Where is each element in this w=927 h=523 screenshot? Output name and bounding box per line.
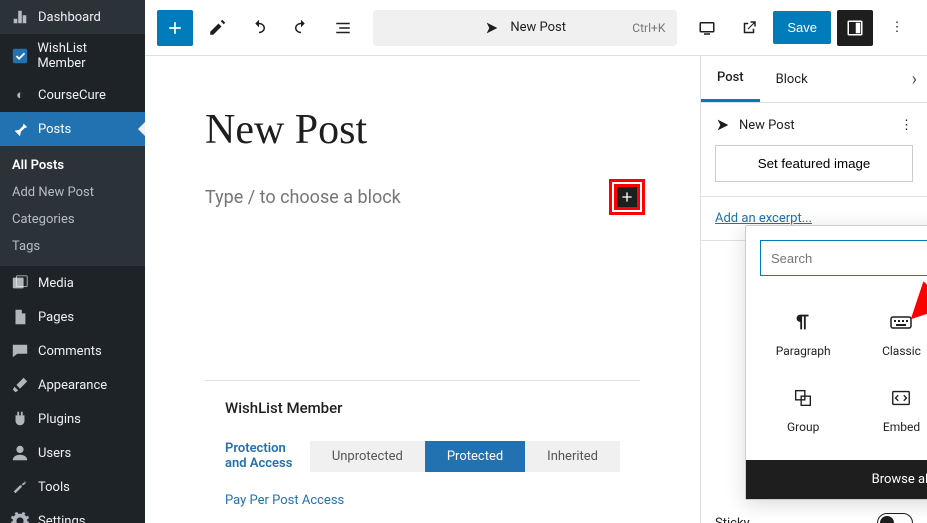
pages-icon [10,307,30,327]
wlm-tab-pppa[interactable]: Pay Per Post Access [225,493,344,508]
block-label: Embed [883,420,920,434]
redo-button[interactable] [283,10,319,46]
menu-label: Tools [38,480,70,495]
blocks-grid: Paragraph Classic Image Group Embed Shor… [746,290,927,460]
menu-label: WishList Member [37,41,135,71]
seg-protected[interactable]: Protected [425,441,525,472]
comments-icon [10,341,30,361]
wlm-tab-protection[interactable]: Protection and Access [225,433,310,479]
inserter-toggle-button[interactable] [157,10,193,46]
menu-tools[interactable]: Tools [0,470,145,504]
submenu-tags[interactable]: Tags [0,233,145,260]
course-icon: ◐ [10,85,30,105]
protection-segments: Unprotected Protected Inherited [310,441,620,472]
block-placeholder[interactable]: Type / to choose a block [205,187,401,208]
menu-label: Appearance [38,378,107,393]
outline-button[interactable] [325,10,361,46]
menu-pages[interactable]: Pages [0,300,145,334]
menu-coursecure[interactable]: ◐ CourseCure [0,78,145,112]
wlm-panel: WishList Member Protection and Access Un… [205,380,640,518]
submenu-addnew[interactable]: Add New Post [0,179,145,206]
seg-inherited[interactable]: Inherited [525,441,620,472]
submenu-categories[interactable]: Categories [0,206,145,233]
brush-icon [10,375,30,395]
options-button[interactable]: ⋮ [879,10,915,46]
wlm-panel-title: WishList Member [225,399,620,417]
settings-toggle-button[interactable] [837,10,873,46]
menu-label: Comments [38,344,102,359]
keyboard-icon [889,310,913,334]
wrench-icon [10,477,30,497]
menu-label: Dashboard [38,10,101,25]
post-icon [715,117,731,133]
menu-plugins[interactable]: Plugins [0,402,145,436]
inspector-close-button[interactable]: › [902,69,927,90]
block-label: Classic [882,344,921,358]
tab-block[interactable]: Block [760,58,824,101]
sticky-row: Sticky [701,501,927,523]
menu-label: Posts [38,122,71,137]
embed-icon [889,386,913,410]
featured-image-button[interactable]: Set featured image [715,145,913,182]
sticky-toggle[interactable] [877,513,913,523]
editor-canvas[interactable]: New Post Type / to choose a block WishLi… [145,56,700,523]
menu-label: Settings [38,514,85,523]
add-block-button[interactable] [614,184,640,210]
gear-icon [10,511,30,523]
post-title-input[interactable]: New Post [205,106,640,154]
block-group[interactable]: Group [754,372,852,448]
media-icon [10,273,30,293]
dashboard-icon [10,7,30,27]
menu-label: Pages [38,310,74,325]
block-paragraph[interactable]: Paragraph [754,296,852,372]
shortcut-hint: Ctrl+K [632,21,665,35]
add-excerpt-link[interactable]: Add an excerpt... [715,211,812,226]
seg-unprotected[interactable]: Unprotected [310,441,425,472]
menu-label: Media [38,276,74,291]
document-bar[interactable]: New Post Ctrl+K [373,10,677,46]
submenu-allposts[interactable]: All Posts [0,152,145,179]
block-label: Group [787,420,819,434]
browse-all-button[interactable]: Browse all [746,460,927,499]
block-label: Paragraph [776,344,831,358]
user-icon [10,443,30,463]
menu-media[interactable]: Media [0,266,145,300]
admin-sidebar: Dashboard WishList Member ◐ CourseCure Po… [0,0,145,523]
doc-title-text: New Post [510,20,566,35]
menu-users[interactable]: Users [0,436,145,470]
plug-icon [10,409,30,429]
menu-label: CourseCure [38,88,106,103]
menu-settings[interactable]: Settings [0,504,145,523]
post-icon [484,20,500,36]
menu-posts[interactable]: Posts [0,112,145,146]
inserter-search[interactable] [760,240,927,276]
undo-button[interactable] [241,10,277,46]
main: New Post Ctrl+K Save ⋮ New Post Type / t… [145,0,927,523]
check-icon [10,46,29,66]
actions-menu-button[interactable]: ⋮ [900,118,913,133]
block-embed[interactable]: Embed [852,372,927,448]
menu-wishlist[interactable]: WishList Member [0,34,145,78]
search-input[interactable] [771,251,927,266]
view-button[interactable] [689,10,725,46]
menu-comments[interactable]: Comments [0,334,145,368]
sticky-label: Sticky [715,516,750,523]
block-inserter-popover: Paragraph Classic Image Group Embed Shor… [745,225,927,500]
inspector-tabs: Post Block › [701,56,927,103]
pin-icon [10,119,30,139]
menu-label: Users [38,446,71,461]
topbar: New Post Ctrl+K Save ⋮ [145,0,927,56]
submenu-posts: All Posts Add New Post Categories Tags [0,146,145,266]
menu-label: Plugins [38,412,81,427]
block-classic[interactable]: Classic [852,296,927,372]
paragraph-icon [791,310,815,334]
menu-dashboard[interactable]: Dashboard [0,0,145,34]
group-icon [791,386,815,410]
tools-button[interactable] [199,10,235,46]
tab-post[interactable]: Post [701,56,760,102]
menu-appearance[interactable]: Appearance [0,368,145,402]
preview-button[interactable] [731,10,767,46]
breadcrumb-text: New Post [739,118,795,133]
save-button[interactable]: Save [773,11,831,44]
